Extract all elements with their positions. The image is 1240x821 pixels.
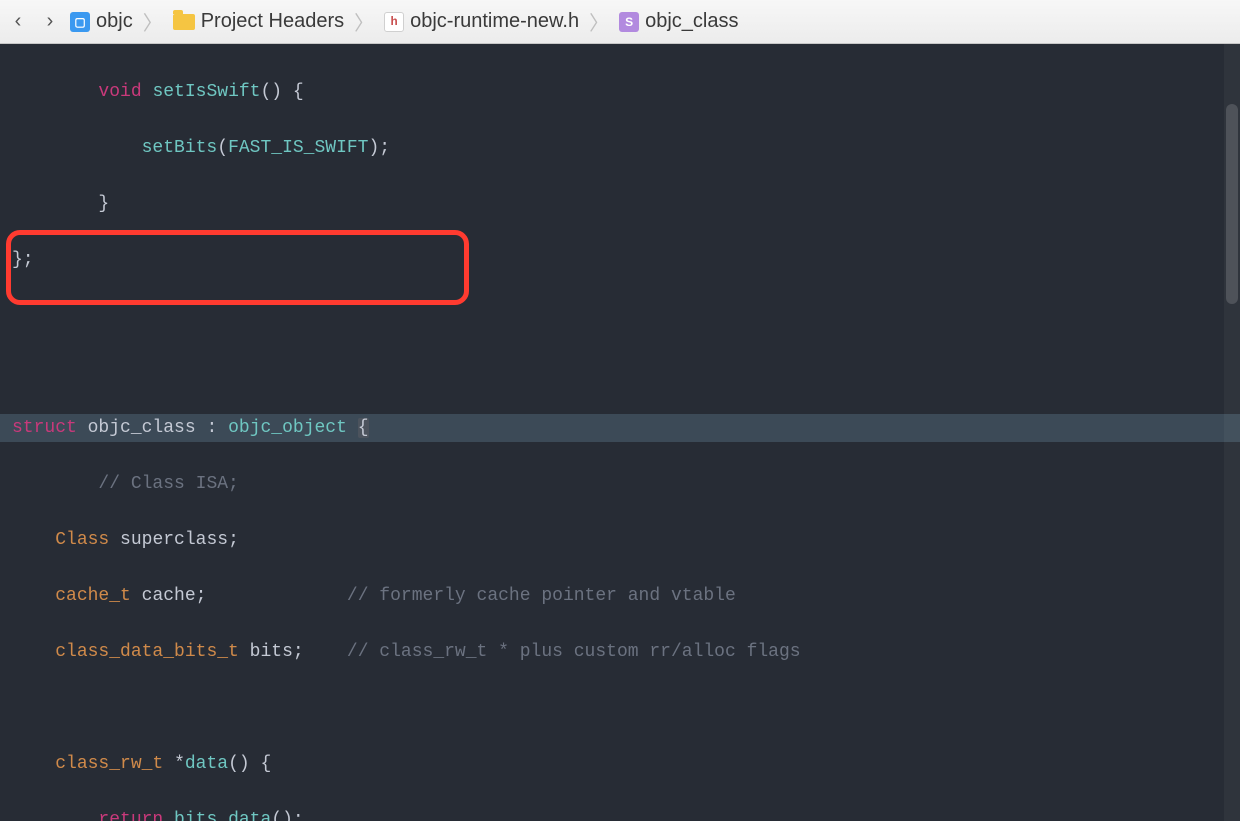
crumb-label: objc: [96, 10, 133, 33]
code-line: // Class ISA;: [0, 470, 1240, 498]
crumb-objc[interactable]: ▢ objc: [70, 10, 133, 33]
code-line: cache_t cache; // formerly cache pointer…: [0, 582, 1240, 610]
code-line: void setIsSwift() {: [0, 78, 1240, 106]
scrollbar-thumb[interactable]: [1226, 104, 1238, 304]
breadcrumb-bar: ‹ › ▢ objc 〉 Project Headers 〉 h objc-ru…: [0, 0, 1240, 44]
code-line: [0, 694, 1240, 722]
project-icon: ▢: [70, 12, 90, 32]
crumb-symbol[interactable]: S objc_class: [619, 10, 738, 33]
code-line: setBits(FAST_IS_SWIFT);: [0, 134, 1240, 162]
crumb-separator: 〉: [587, 7, 611, 36]
source-editor[interactable]: void setIsSwift() { setBits(FAST_IS_SWIF…: [0, 44, 1240, 821]
code-line: [0, 358, 1240, 386]
code-line: };: [0, 246, 1240, 274]
symbol-icon: S: [619, 12, 639, 32]
folder-icon: [173, 14, 195, 30]
crumb-separator: 〉: [352, 7, 376, 36]
crumb-folder[interactable]: Project Headers: [173, 10, 344, 33]
crumb-file[interactable]: h objc-runtime-new.h: [384, 10, 579, 33]
code-line-highlighted: struct objc_class : objc_object {: [0, 414, 1240, 442]
crumb-label: Project Headers: [201, 10, 344, 33]
nav-forward-button[interactable]: ›: [38, 10, 62, 34]
code-line: Class superclass;: [0, 526, 1240, 554]
scrollbar-track[interactable]: [1224, 44, 1240, 821]
code-line: class_rw_t *data() {: [0, 750, 1240, 778]
code-line: [0, 302, 1240, 330]
nav-back-button[interactable]: ‹: [6, 10, 30, 34]
crumb-label: objc-runtime-new.h: [410, 10, 579, 33]
header-file-icon: h: [384, 12, 404, 32]
code-line: return bits.data();: [0, 806, 1240, 821]
crumb-label: objc_class: [645, 10, 738, 33]
crumb-separator: 〉: [141, 7, 165, 36]
code-line: class_data_bits_t bits; // class_rw_t * …: [0, 638, 1240, 666]
code-line: }: [0, 190, 1240, 218]
